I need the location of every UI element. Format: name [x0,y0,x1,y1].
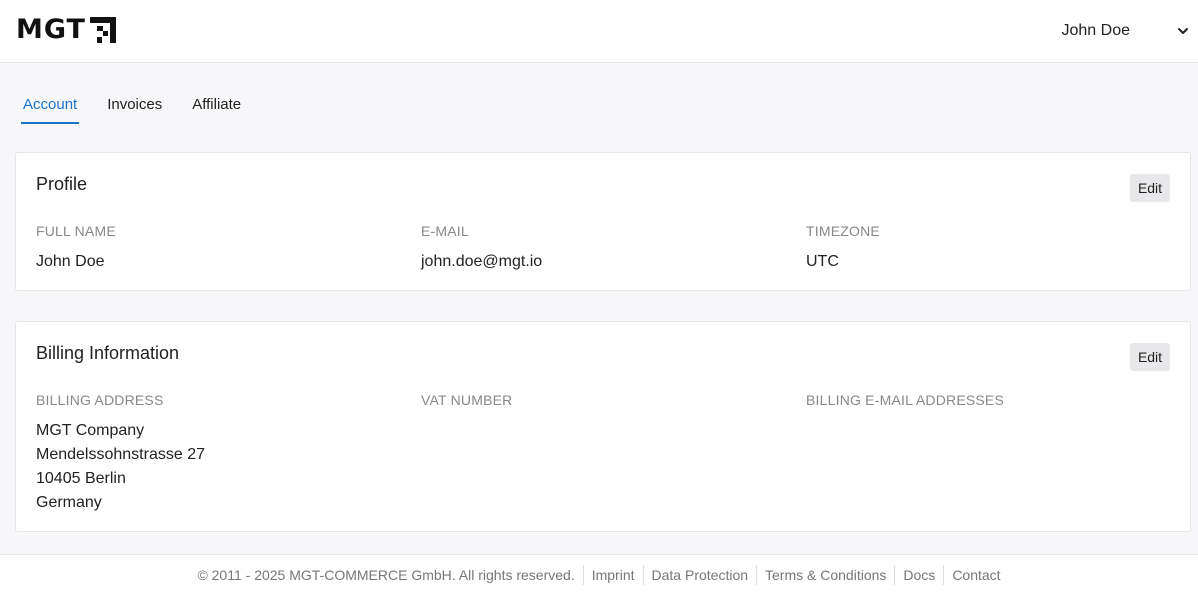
billing-emails-label: BILLING E-MAIL ADDRESSES [806,392,1005,408]
email-field: E-MAIL john.doe@mgt.io [421,223,542,274]
edit-profile-button[interactable]: Edit [1130,174,1170,202]
footer-link-imprint[interactable]: Imprint [582,564,643,585]
tab-affiliate[interactable]: Affiliate [190,96,243,124]
full-name-field: FULL NAME John Doe [36,223,116,274]
address-line: Germany [36,494,102,511]
logo-text: MGT [16,14,86,45]
user-name: John Doe [1061,22,1131,39]
logo-mark-icon [89,17,116,43]
billing-address-field: BILLING ADDRESS MGT Company Mendelssohns… [36,392,205,515]
billing-address-value: MGT Company Mendelssohnstrasse 27 10405 … [36,419,205,515]
vat-number-label: VAT NUMBER [421,392,513,408]
address-line: 10405 Berlin [36,470,126,487]
footer-link-contact[interactable]: Contact [943,564,1008,585]
address-line: MGT Company [36,422,145,439]
billing-emails-field: BILLING E-MAIL ADDRESSES [806,392,1004,419]
account-tabs: Account Invoices Affiliate [21,96,269,124]
footer-link-terms[interactable]: Terms & Conditions [756,564,894,585]
vat-number-field: VAT NUMBER [421,392,512,419]
footer-link-docs[interactable]: Docs [894,564,943,585]
mgt-logo[interactable]: MGT [16,14,116,45]
profile-title: Profile [36,174,88,194]
email-label: E-MAIL [421,223,469,239]
page-footer: © 2011 - 2025 MGT-COMMERCE GmbH. All rig… [0,554,1198,594]
top-header: MGT John Doe [0,0,1198,63]
billing-title: Billing Information [36,343,180,363]
billing-address-label: BILLING ADDRESS [36,392,164,408]
edit-billing-button[interactable]: Edit [1130,343,1170,371]
timezone-label: TIMEZONE [806,223,880,239]
email-value: john.doe@mgt.io [421,253,543,270]
billing-card: Billing Information Edit BILLING ADDRESS… [15,321,1191,532]
timezone-value: UTC [806,253,839,270]
copyright-text: © 2011 - 2025 MGT-COMMERCE GmbH. All rig… [197,566,575,583]
tab-invoices[interactable]: Invoices [105,96,164,124]
full-name-label: FULL NAME [36,223,116,239]
full-name-value: John Doe [36,253,105,270]
chevron-down-icon [1178,28,1188,34]
user-menu-dropdown[interactable]: John Doe [1062,22,1191,40]
tab-account[interactable]: Account [21,96,80,124]
timezone-field: TIMEZONE UTC [806,223,880,274]
address-line: Mendelssohnstrasse 27 [36,446,205,463]
profile-card: Profile Edit FULL NAME John Doe E-MAIL j… [15,152,1191,291]
footer-link-data-protection[interactable]: Data Protection [642,564,757,585]
